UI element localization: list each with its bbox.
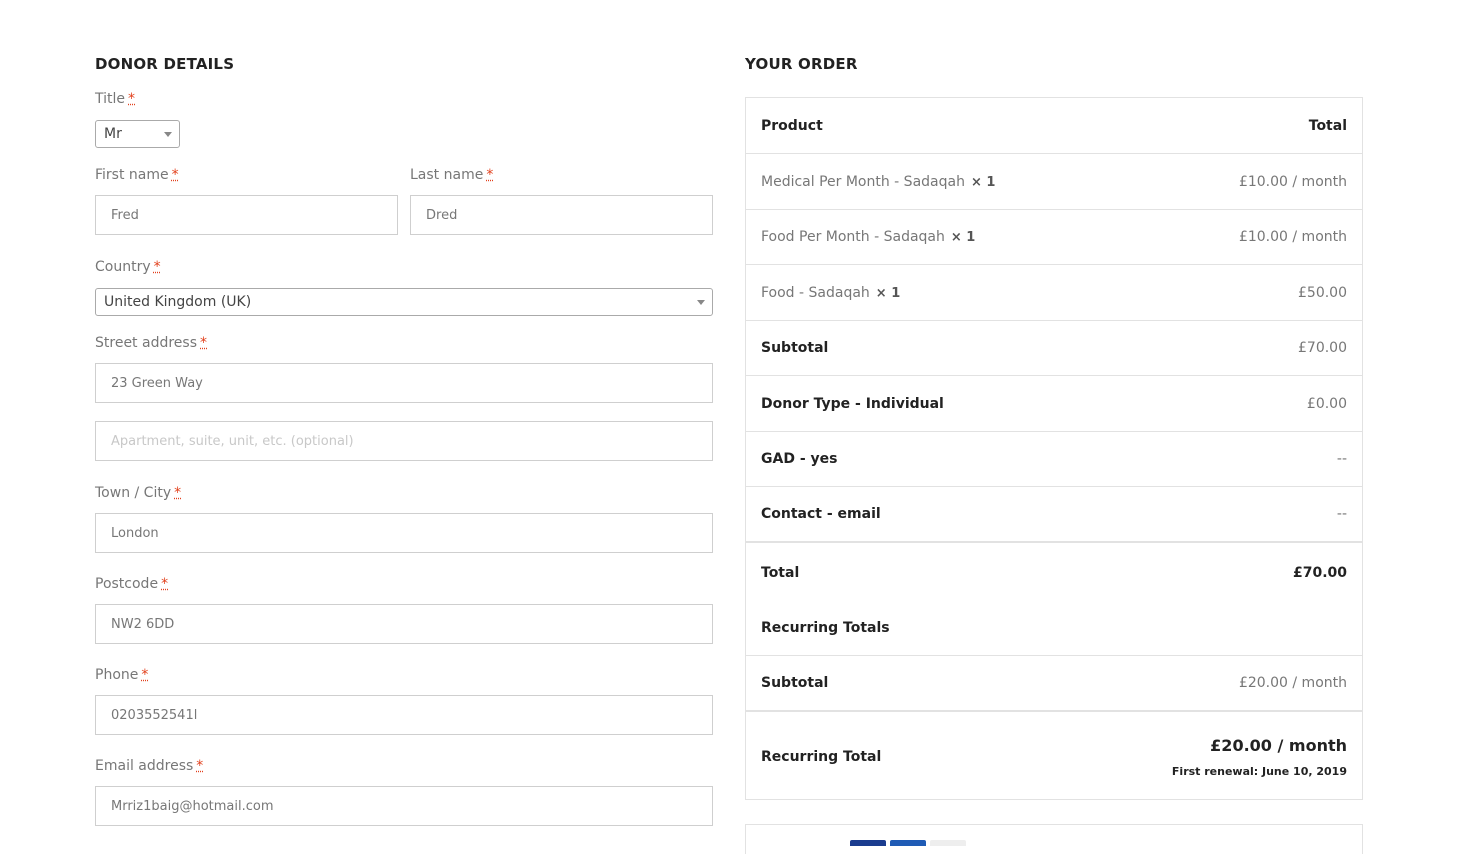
street-address-value: 23 Green Way: [111, 375, 203, 391]
country-select[interactable]: United Kingdom (UK): [95, 288, 713, 316]
item-name-text: Medical Per Month - Sadaqah: [761, 173, 965, 190]
donor-type-label: Donor Type - Individual: [761, 395, 944, 412]
title-select[interactable]: Mr: [95, 120, 180, 148]
total-value: £70.00: [1292, 564, 1347, 581]
item-quantity: × 1: [950, 230, 976, 245]
first-name-value: Fred: [111, 207, 139, 223]
order-item-row: Food Per Month - Sadaqah × 1 £10.00 / mon…: [746, 210, 1362, 265]
order-item-total: £10.00 / month: [1238, 173, 1347, 190]
city-label: Town / City *: [95, 485, 181, 501]
gad-value: --: [1336, 451, 1347, 467]
recurring-totals-heading: Recurring Totals: [761, 619, 890, 636]
card-logo-icon: [890, 840, 926, 846]
required-mark: *: [161, 576, 169, 592]
title-select-value: Mr: [104, 126, 122, 142]
required-mark: *: [153, 259, 161, 275]
email-value: Mrriz1baig@hotmail.com: [111, 798, 274, 814]
street-address-label-text: Street address: [95, 335, 197, 351]
card-logo-icon: [850, 840, 886, 846]
first-renewal-date: First renewal: June 10, 2019: [1171, 764, 1347, 778]
total-column-header: Total: [1308, 117, 1347, 134]
first-name-label: First name *: [95, 167, 179, 183]
recurring-total-label: Recurring Total: [761, 748, 882, 765]
postcode-field[interactable]: NW2 6DD: [95, 604, 713, 644]
order-item-total: £10.00 / month: [1238, 229, 1347, 245]
item-name-text: Food - Sadaqah: [761, 284, 870, 301]
order-header-row: Product Total: [746, 98, 1362, 154]
required-mark: *: [128, 91, 136, 107]
required-mark: *: [141, 667, 149, 683]
donor-type-row: Donor Type - Individual £0.00: [746, 376, 1362, 432]
contact-value: --: [1336, 506, 1347, 522]
apartment-placeholder: Apartment, suite, unit, etc. (optional): [111, 433, 354, 449]
country-select-value: United Kingdom (UK): [104, 294, 252, 310]
required-mark: *: [196, 758, 204, 774]
payment-methods-box: [745, 824, 1363, 854]
city-field[interactable]: London: [95, 513, 713, 553]
card-logo-icon: [930, 840, 966, 846]
last-name-label-text: Last name: [410, 167, 484, 183]
last-name-label: Last name *: [410, 167, 493, 183]
country-label: Country *: [95, 259, 161, 275]
required-mark: *: [200, 335, 207, 351]
required-mark: *: [174, 485, 182, 501]
last-name-field[interactable]: Dred: [410, 195, 713, 235]
gad-row: GAD - yes --: [746, 432, 1362, 487]
postcode-label-text: Postcode: [95, 576, 159, 592]
email-label-text: Email address: [95, 758, 194, 774]
phone-label: Phone *: [95, 667, 148, 683]
product-column-header: Product: [761, 117, 823, 134]
contact-row: Contact - email --: [746, 487, 1362, 543]
order-item-name: Food - Sadaqah × 1: [761, 285, 900, 301]
title-label-text: Title: [95, 91, 126, 107]
total-label: Total: [761, 564, 800, 581]
required-mark: *: [486, 167, 494, 183]
street-address-field[interactable]: 23 Green Way: [95, 363, 713, 403]
recurring-total-cell: £20.00 / month First renewal: June 10, 2…: [1172, 736, 1347, 778]
order-item-name: Food Per Month - Sadaqah × 1: [761, 229, 975, 245]
recurring-subtotal-row: Subtotal £20.00 / month: [746, 656, 1362, 712]
phone-value: 0203552541l: [111, 707, 198, 723]
order-item-name: Medical Per Month - Sadaqah × 1: [761, 174, 995, 190]
donor-details-heading: DONOR DETAILS: [95, 55, 235, 73]
phone-field[interactable]: 0203552541l: [95, 695, 713, 735]
subtotal-row: Subtotal £70.00: [746, 321, 1362, 376]
subtotal-label: Subtotal: [761, 340, 829, 356]
order-item-row: Food - Sadaqah × 1 £50.00: [746, 265, 1362, 321]
apartment-field[interactable]: Apartment, suite, unit, etc. (optional): [95, 421, 713, 461]
item-quantity: × 1: [875, 285, 901, 301]
postcode-value: NW2 6DD: [111, 616, 175, 632]
street-address-label: Street address *: [95, 335, 207, 351]
recurring-total-value: £20.00 / month: [1210, 735, 1347, 755]
recurring-subtotal-value: £20.00 / month: [1238, 675, 1347, 691]
gad-label: GAD - yes: [761, 451, 838, 467]
order-review-table: Product Total Medical Per Month - Sadaqa…: [745, 97, 1363, 800]
postcode-label: Postcode *: [95, 576, 168, 592]
first-name-label-text: First name: [95, 167, 169, 183]
donor-type-value: £0.00: [1306, 395, 1347, 412]
item-quantity: × 1: [970, 174, 996, 190]
title-label: Title *: [95, 91, 135, 107]
your-order-heading: YOUR ORDER: [745, 55, 858, 73]
total-row: Total £70.00: [746, 545, 1362, 600]
last-name-value: Dred: [426, 207, 458, 223]
recurring-total-row: Recurring Total £20.00 / month First ren…: [746, 714, 1362, 799]
email-label: Email address *: [95, 758, 203, 774]
first-name-field[interactable]: Fred: [95, 195, 398, 235]
chevron-down-icon: [164, 132, 172, 137]
recurring-subtotal-label: Subtotal: [761, 675, 829, 691]
city-value: London: [111, 525, 159, 541]
country-label-text: Country: [95, 259, 151, 275]
chevron-down-icon: [697, 300, 705, 305]
recurring-totals-heading-row: Recurring Totals: [746, 600, 1362, 656]
order-item-total: £50.00: [1298, 284, 1347, 301]
item-name-text: Food Per Month - Sadaqah: [761, 229, 945, 245]
required-mark: *: [171, 167, 179, 183]
email-field[interactable]: Mrriz1baig@hotmail.com: [95, 786, 713, 826]
order-item-row: Medical Per Month - Sadaqah × 1 £10.00 / …: [746, 154, 1362, 210]
city-label-text: Town / City: [95, 485, 172, 501]
contact-label: Contact - email: [761, 506, 881, 522]
phone-label-text: Phone: [95, 667, 139, 683]
subtotal-value: £70.00: [1298, 340, 1347, 356]
